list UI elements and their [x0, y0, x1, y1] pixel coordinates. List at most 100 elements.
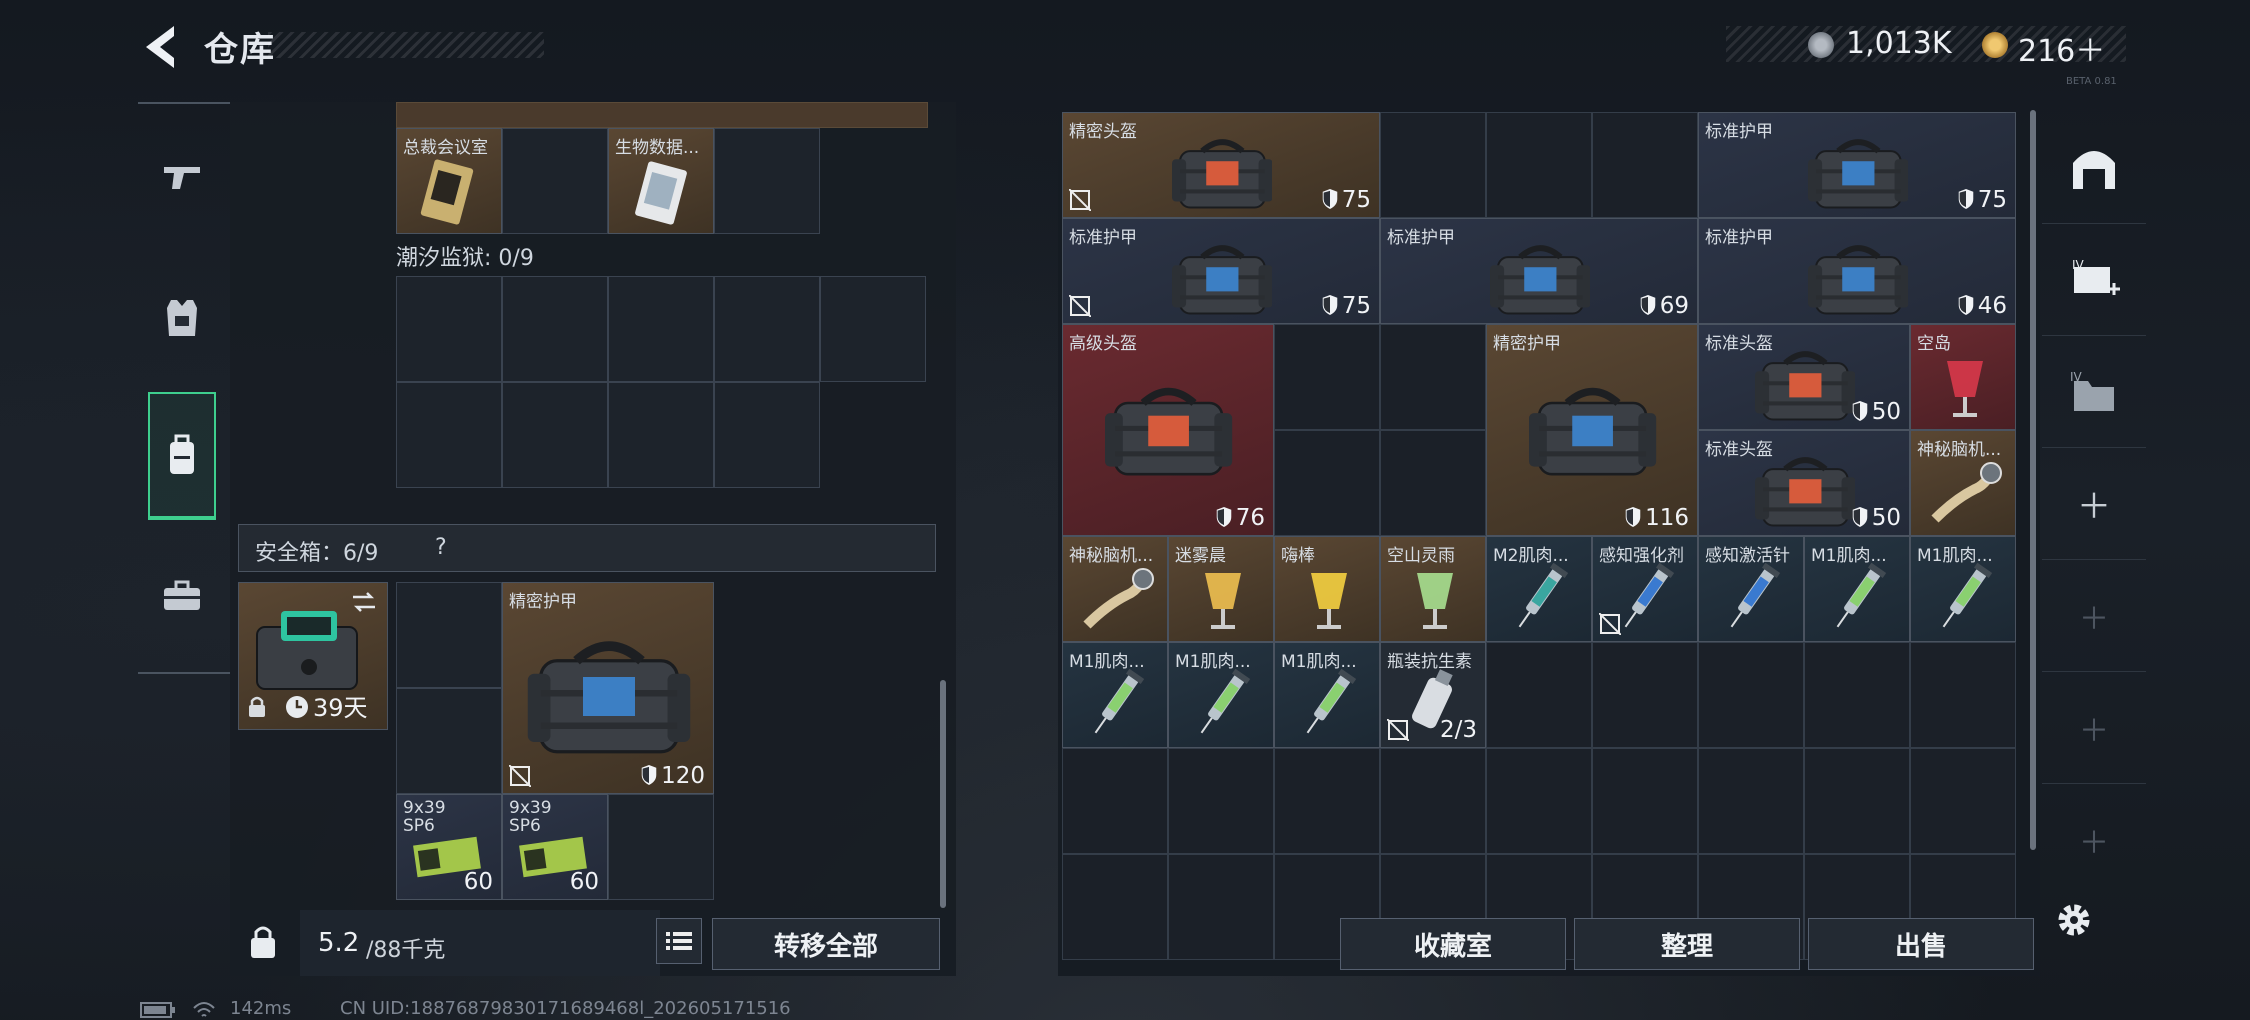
grid-cell[interactable] — [1486, 642, 1592, 748]
left-scrollbar[interactable] — [940, 680, 946, 908]
sidebar-add-1[interactable]: ＋ — [2042, 448, 2146, 560]
grid-cell[interactable] — [714, 128, 820, 234]
warehouse-item[interactable]: 感知强化剂 — [1592, 536, 1698, 642]
uid: CN UID:18876879830171689468l_20260517151… — [340, 998, 791, 1019]
warehouse-item[interactable]: M1肌肉... — [1804, 536, 1910, 642]
warehouse-item[interactable]: 空山灵雨 — [1380, 536, 1486, 642]
grid-cell[interactable] — [396, 382, 502, 488]
nav-weapons[interactable] — [148, 140, 216, 212]
grid-cell[interactable] — [1804, 642, 1910, 748]
warehouse-item[interactable]: M1肌肉... — [1168, 642, 1274, 748]
warehouse-item[interactable]: 精密头盔 75 — [1062, 112, 1380, 218]
nav-briefcase[interactable] — [148, 560, 216, 632]
item-name: 精密护甲 — [509, 592, 577, 612]
grid-cell[interactable] — [1698, 642, 1804, 748]
grid-cell[interactable] — [502, 276, 608, 382]
sidebar-add-2[interactable]: ＋ — [2042, 560, 2146, 672]
safe-box-container[interactable]: 39天 — [238, 582, 388, 730]
grid-cell[interactable] — [1486, 748, 1592, 854]
item-name: 生物数据... — [615, 138, 700, 158]
nav-backpack[interactable] — [148, 392, 216, 520]
warehouse-item[interactable]: 高级头盔 76 — [1062, 324, 1274, 536]
grid-cell[interactable] — [1380, 430, 1486, 536]
grid-cell[interactable] — [1168, 854, 1274, 960]
grid-cell[interactable] — [1592, 748, 1698, 854]
grid-cell[interactable] — [1168, 748, 1274, 854]
grid-cell[interactable] — [1592, 112, 1698, 218]
sort-button[interactable]: 整理 — [1574, 918, 1800, 970]
back-button[interactable] — [140, 22, 180, 72]
nav-armor[interactable] — [148, 282, 216, 354]
sell-button[interactable]: 出售 — [1808, 918, 2034, 970]
safe-box-help-button[interactable]: ? — [435, 535, 447, 560]
grid-cell[interactable] — [1804, 748, 1910, 854]
warehouse-item[interactable]: 神秘脑机... — [1062, 536, 1168, 642]
warehouse-item[interactable]: 嗨棒 — [1274, 536, 1380, 642]
swap-icon[interactable] — [351, 591, 377, 613]
warehouse-item[interactable]: 标准护甲 69 — [1380, 218, 1698, 324]
grid-cell[interactable] — [396, 582, 502, 688]
item-precision-armor[interactable]: 精密护甲 120 — [502, 582, 714, 794]
warehouse-item[interactable]: M2肌肉... — [1486, 536, 1592, 642]
warehouse-item[interactable]: 神秘脑机... — [1910, 430, 2016, 536]
gear-bag-icon — [1172, 129, 1273, 210]
grid-cell[interactable] — [1274, 748, 1380, 854]
warehouse-item[interactable]: 空岛 — [1910, 324, 2016, 430]
svg-text:IV: IV — [2070, 370, 2083, 384]
warehouse-item[interactable]: 瓶装抗生素 2/3 — [1380, 642, 1486, 748]
sidebar-warehouse[interactable] — [2042, 112, 2146, 224]
item-ammo-sp6[interactable]: 9x39 SP6 60 — [502, 794, 608, 900]
grid-cell[interactable] — [1698, 748, 1804, 854]
grid-cell[interactable] — [1910, 642, 2016, 748]
grid-cell[interactable] — [396, 276, 502, 382]
grid-cell[interactable] — [1062, 854, 1168, 960]
warehouse-item[interactable]: 迷雾晨 — [1168, 536, 1274, 642]
warehouse-item[interactable]: 标准头盔 50 — [1698, 324, 1910, 430]
warehouse-item[interactable]: 标准头盔 50 — [1698, 430, 1910, 536]
grid-cell[interactable] — [820, 276, 926, 382]
item-keycard-ceo-room[interactable]: 总裁会议室 — [396, 128, 502, 234]
warehouse-item[interactable]: 标准护甲 75 — [1698, 112, 2016, 218]
warehouse-item[interactable]: M1肌肉... — [1062, 642, 1168, 748]
grid-cell[interactable] — [608, 794, 714, 900]
item-bio-data[interactable]: 生物数据... — [608, 128, 714, 234]
grid-cell[interactable] — [502, 382, 608, 488]
sidebar-storage-folder[interactable]: IV — [2042, 336, 2146, 448]
warehouse-item[interactable]: 标准护甲 75 — [1062, 218, 1380, 324]
warehouse-item[interactable]: 感知激活针 — [1698, 536, 1804, 642]
grid-cell[interactable] — [1380, 324, 1486, 430]
grid-cell[interactable] — [1910, 748, 2016, 854]
grid-cell[interactable] — [714, 382, 820, 488]
currency-gold[interactable]: 216＋ — [2018, 26, 2105, 70]
settings-button[interactable] — [2052, 898, 2096, 942]
warehouse-item[interactable]: M1肌肉... — [1910, 536, 2016, 642]
grid-cell[interactable] — [1592, 642, 1698, 748]
grid-cell[interactable] — [714, 276, 820, 382]
warehouse-item[interactable]: 标准护甲 46 — [1698, 218, 2016, 324]
right-scrollbar[interactable] — [2030, 110, 2036, 850]
grid-cell[interactable] — [1380, 112, 1486, 218]
item-value-text: 75 — [1977, 187, 2007, 213]
grid-cell[interactable] — [396, 688, 502, 794]
grid-cell[interactable] — [1380, 748, 1486, 854]
grid-cell[interactable] — [608, 382, 714, 488]
sidebar-add-3[interactable]: ＋ — [2042, 672, 2146, 784]
warehouse-item[interactable]: M1肌肉... — [1274, 642, 1380, 748]
grid-cell[interactable] — [502, 128, 608, 234]
briefcase-icon — [164, 580, 200, 610]
grid-cell[interactable] — [608, 276, 714, 382]
collection-room-button[interactable]: 收藏室 — [1340, 918, 1566, 970]
sidebar-expand-storage[interactable]: IV — [2042, 224, 2146, 336]
shield-icon — [1958, 189, 1973, 209]
list-view-button[interactable] — [656, 918, 702, 964]
item-ammo-sp6[interactable]: 9x39 SP6 60 — [396, 794, 502, 900]
grid-cell[interactable] — [1062, 748, 1168, 854]
grid-cell[interactable] — [1486, 112, 1592, 218]
warehouse-item[interactable]: 精密护甲 116 — [1486, 324, 1698, 536]
sidebar-add-4[interactable]: ＋ — [2042, 784, 2146, 896]
item-name: 神秘脑机... — [1917, 440, 2002, 460]
grid-cell[interactable] — [1274, 430, 1380, 536]
grid-cell[interactable] — [1274, 324, 1380, 430]
transfer-all-button[interactable]: 转移全部 — [712, 918, 940, 970]
backpack-lock-icon[interactable] — [248, 922, 278, 960]
